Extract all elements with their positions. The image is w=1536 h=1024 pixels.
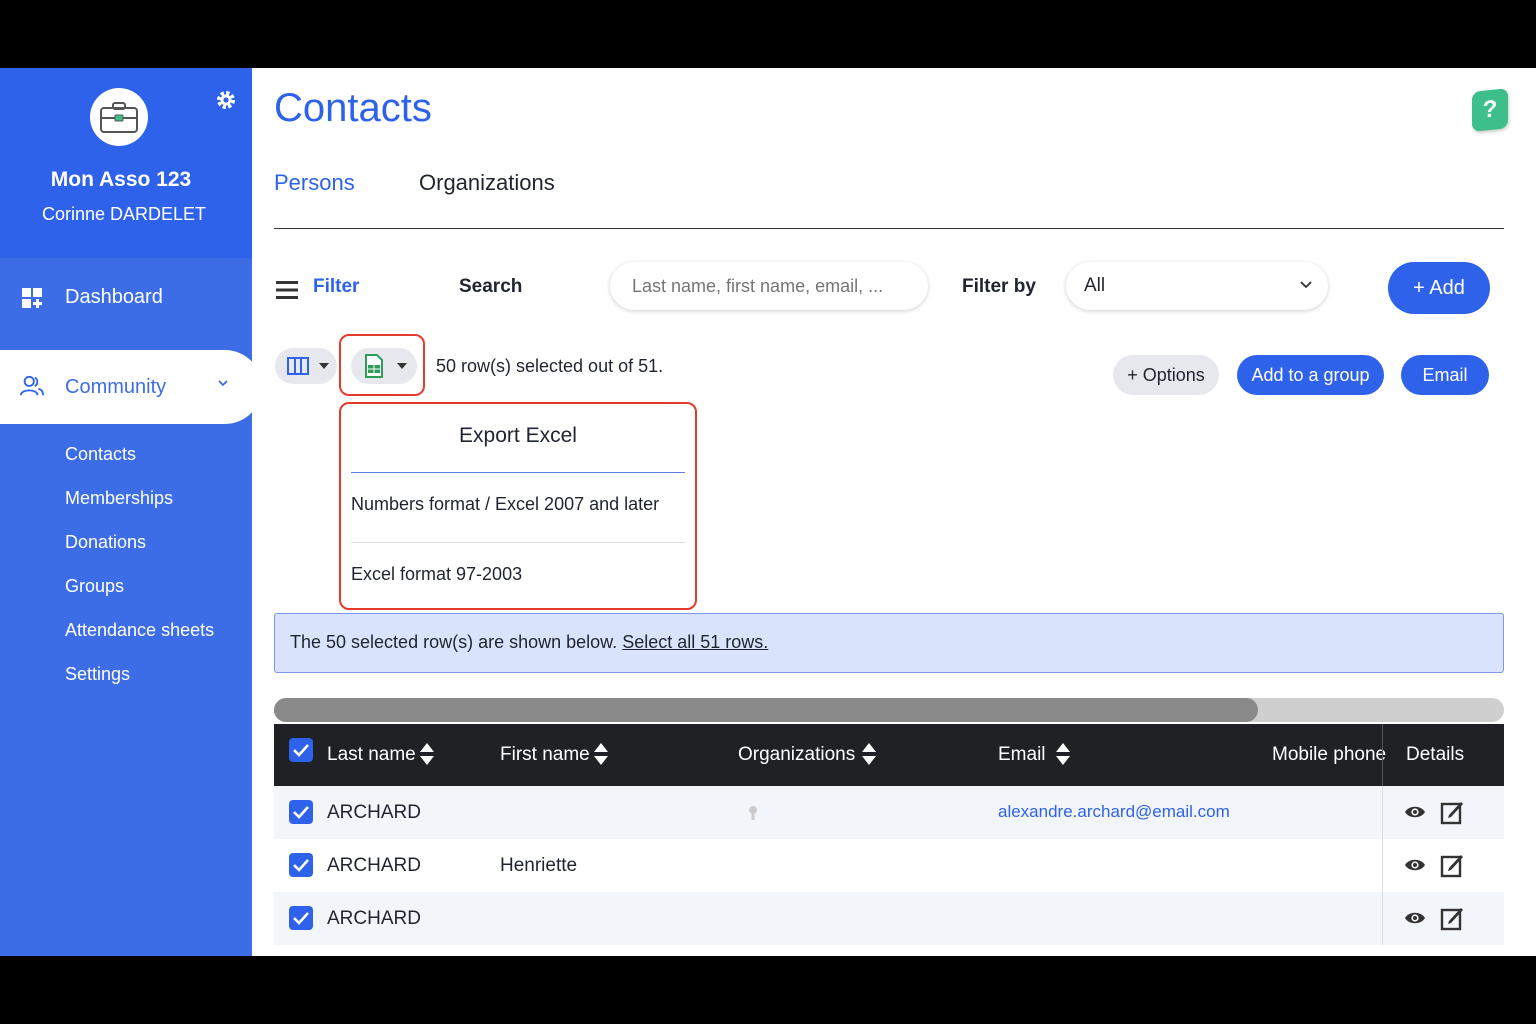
export-highlight xyxy=(339,334,425,396)
eye-icon[interactable] xyxy=(1404,910,1426,926)
page-title: Contacts xyxy=(274,86,432,130)
divider xyxy=(351,472,685,473)
add-to-group-button[interactable]: Add to a group xyxy=(1237,355,1384,395)
check-icon xyxy=(293,744,309,757)
dashboard-icon xyxy=(22,288,42,308)
column-divider xyxy=(1382,839,1383,892)
export-option-xlsx[interactable]: Numbers format / Excel 2007 and later xyxy=(351,494,659,515)
select-all-checkbox[interactable] xyxy=(289,738,313,762)
eye-icon[interactable] xyxy=(1404,804,1426,820)
export-excel-button[interactable] xyxy=(351,348,417,384)
table-row[interactable]: ARCHARD xyxy=(274,892,1504,945)
gear-icon[interactable] xyxy=(214,88,238,112)
users-icon xyxy=(20,375,44,396)
export-option-xls[interactable]: Excel format 97-2003 xyxy=(351,564,522,585)
columns-icon xyxy=(287,357,309,375)
row-checkbox[interactable] xyxy=(289,906,313,930)
chevron-down-icon xyxy=(218,380,228,387)
select-all-link[interactable]: Select all 51 rows. xyxy=(622,632,768,652)
sidebar-header: Mon Asso 123 Corinne DARDELET xyxy=(0,68,252,258)
columns-button[interactable] xyxy=(275,348,337,384)
sub-nav-attendance-sheets[interactable]: Attendance sheets xyxy=(65,620,214,641)
sort-icon[interactable] xyxy=(593,742,609,766)
cell-last-name: ARCHARD xyxy=(327,802,421,823)
filter-by-select[interactable]: All xyxy=(1066,262,1328,310)
horizontal-scrollbar[interactable] xyxy=(274,698,1504,722)
nav-dashboard[interactable]: Dashboard xyxy=(0,272,252,322)
divider xyxy=(351,542,685,543)
org-avatar[interactable] xyxy=(90,88,148,146)
column-divider xyxy=(1382,892,1383,945)
caret-down-icon xyxy=(397,363,407,369)
email-button[interactable]: Email xyxy=(1401,355,1489,395)
excel-file-icon xyxy=(365,354,383,378)
organization-icon xyxy=(749,806,757,820)
table-row[interactable]: ARCHARD Henriette xyxy=(274,839,1504,892)
cell-last-name: ARCHARD xyxy=(327,855,421,876)
filter-by-value: All xyxy=(1084,275,1106,296)
row-checkbox[interactable] xyxy=(289,800,313,824)
col-first-name[interactable]: First name xyxy=(500,744,590,766)
row-checkbox[interactable] xyxy=(289,853,313,877)
selection-info: The 50 selected row(s) are shown below. … xyxy=(290,632,768,653)
org-name: Mon Asso 123 xyxy=(50,168,192,191)
help-button[interactable]: ? xyxy=(1472,88,1508,132)
tabs-divider xyxy=(274,228,1504,229)
edit-icon[interactable] xyxy=(1440,852,1464,878)
sidebar: Mon Asso 123 Corinne DARDELET Dashboard … xyxy=(0,68,262,956)
nav-community-label: Community xyxy=(65,375,167,398)
col-organizations[interactable]: Organizations xyxy=(738,744,855,766)
col-last-name[interactable]: Last name xyxy=(327,744,416,766)
check-icon xyxy=(293,859,309,872)
filter-toggle[interactable]: Filter xyxy=(313,276,359,298)
app-screen: Mon Asso 123 Corinne DARDELET Dashboard … xyxy=(0,68,1536,956)
sub-nav-donations[interactable]: Donations xyxy=(65,532,146,553)
table-row[interactable]: ARCHARD alexandre.archard@email.com xyxy=(274,786,1504,839)
options-button[interactable]: + Options xyxy=(1113,355,1219,395)
cell-last-name: ARCHARD xyxy=(327,908,421,929)
col-email[interactable]: Email xyxy=(998,744,1046,766)
sort-icon[interactable] xyxy=(419,742,435,766)
caret-down-icon xyxy=(319,363,329,369)
help-icon: ? xyxy=(1482,95,1498,124)
chevron-down-icon xyxy=(1300,281,1312,289)
filter-by-label: Filter by xyxy=(962,276,1036,297)
scrollbar-thumb[interactable] xyxy=(274,698,1258,722)
selection-info-text: The 50 selected row(s) are shown below. xyxy=(290,632,618,652)
sub-nav-contacts[interactable]: Contacts xyxy=(65,444,136,465)
sort-icon[interactable] xyxy=(1055,742,1071,766)
tab-persons[interactable]: Persons xyxy=(274,170,355,196)
column-divider xyxy=(1382,786,1383,839)
export-dropdown-title: Export Excel xyxy=(459,424,577,447)
sub-nav-settings[interactable]: Settings xyxy=(65,664,130,685)
col-details: Details xyxy=(1406,744,1465,765)
search-input[interactable] xyxy=(610,262,928,310)
table-header: Last name First name Organizations Email… xyxy=(274,724,1504,786)
col-mobile-phone[interactable]: Mobile phone xyxy=(1272,744,1386,766)
selection-count: 50 row(s) selected out of 51. xyxy=(436,356,664,376)
sub-nav-memberships[interactable]: Memberships xyxy=(65,488,173,509)
user-name: Corinne DARDELET xyxy=(41,204,207,224)
edit-icon[interactable] xyxy=(1440,905,1464,931)
edit-icon[interactable] xyxy=(1440,799,1464,825)
selection-info-bar: The 50 selected row(s) are shown below. … xyxy=(274,613,1504,673)
column-divider xyxy=(1382,724,1383,786)
cell-email-link[interactable]: alexandre.archard@email.com xyxy=(998,802,1230,822)
search-label: Search xyxy=(459,276,523,297)
tab-organizations[interactable]: Organizations xyxy=(419,170,555,196)
add-button[interactable]: + Add xyxy=(1388,262,1490,314)
menu-icon[interactable] xyxy=(276,280,298,300)
briefcase-icon xyxy=(100,102,138,133)
sort-icon[interactable] xyxy=(861,742,877,766)
check-icon xyxy=(293,806,309,819)
nav-dashboard-label: Dashboard xyxy=(65,285,163,308)
nav-community[interactable]: Community xyxy=(0,350,262,424)
cell-first-name: Henriette xyxy=(500,855,578,876)
eye-icon[interactable] xyxy=(1404,857,1426,873)
sub-nav-groups[interactable]: Groups xyxy=(65,576,124,597)
export-dropdown: Export Excel Numbers format / Excel 2007… xyxy=(339,402,697,610)
check-icon xyxy=(293,912,309,925)
